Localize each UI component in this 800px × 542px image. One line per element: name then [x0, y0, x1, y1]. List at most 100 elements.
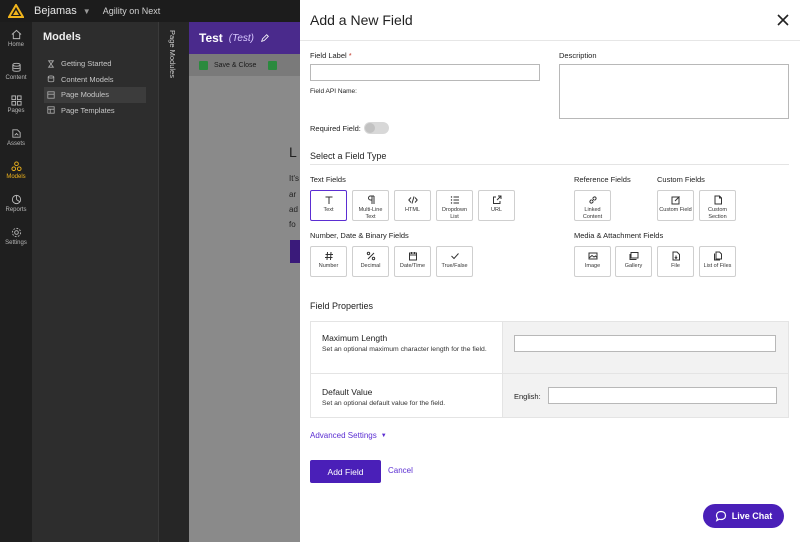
- field-type-linked-content[interactable]: Linked Content: [574, 190, 611, 221]
- advanced-settings-toggle[interactable]: Advanced Settings ▼: [310, 431, 387, 440]
- org-switcher[interactable]: Bejamas ▼: [34, 5, 91, 17]
- nav-pages[interactable]: Pages: [0, 88, 32, 121]
- nav-models[interactable]: Models: [0, 154, 32, 187]
- advanced-settings-label: Advanced Settings: [310, 431, 377, 440]
- project-name[interactable]: Agility on Next: [103, 6, 161, 16]
- bg-text-fragment: fo: [289, 220, 296, 229]
- modal-header: Add a New Field: [300, 0, 800, 41]
- number-fields-title: Number, Date & Binary Fields: [310, 231, 409, 240]
- models-item-page-templates[interactable]: Page Templates: [44, 103, 146, 119]
- property-info: Maximum Length Set an optional maximum c…: [311, 322, 503, 373]
- close-icon[interactable]: [776, 13, 790, 27]
- field-type-number[interactable]: Number: [310, 246, 347, 277]
- models-item-page-modules[interactable]: Page Modules: [44, 87, 146, 103]
- required-field-toggle[interactable]: [364, 122, 389, 134]
- max-length-input[interactable]: [514, 335, 776, 352]
- agility-logo[interactable]: [0, 0, 32, 22]
- tile-label: Date/Time: [399, 263, 426, 269]
- bg-button-fragment: [290, 240, 300, 263]
- top-bar: Bejamas ▼ Agility on Next: [0, 0, 300, 22]
- calendar-icon: [408, 252, 417, 261]
- settings-icon: [11, 227, 21, 238]
- description-label: Description: [559, 51, 597, 60]
- nav-label: Models: [6, 174, 26, 180]
- page-modules-strip[interactable]: Page Modules: [158, 22, 189, 542]
- field-type-decimal[interactable]: Decimal: [352, 246, 389, 277]
- nav-label: Home: [7, 42, 24, 48]
- hourglass-icon: [47, 60, 55, 68]
- field-type-image[interactable]: Image: [574, 246, 611, 277]
- tile-label: Decimal: [360, 263, 381, 269]
- tile-label: Multi-Line Text: [358, 207, 383, 220]
- field-type-file[interactable]: File: [657, 246, 694, 277]
- default-value-input[interactable]: [548, 387, 777, 404]
- save-close-button[interactable]: Save & Close: [214, 62, 256, 69]
- pencil-icon[interactable]: [260, 33, 270, 43]
- tile-label: Custom Field: [659, 207, 692, 213]
- modal-title: Add a New Field: [310, 12, 413, 28]
- cancel-button[interactable]: Cancel: [388, 466, 413, 475]
- live-chat-button[interactable]: Live Chat: [703, 504, 784, 528]
- background-page: Test (Test) Save & Close L It's ar ad fo: [189, 22, 300, 542]
- custom-fields-title: Custom Fields: [657, 175, 705, 184]
- content-icon: [11, 62, 21, 72]
- nav-label: Pages: [7, 108, 25, 114]
- nav-assets[interactable]: Assets: [0, 121, 32, 154]
- field-type-url[interactable]: URL: [478, 190, 515, 221]
- models-item-label: Page Templates: [61, 105, 115, 115]
- nav-label: Settings: [5, 240, 27, 246]
- nav-home[interactable]: Home: [0, 22, 32, 55]
- reference-fields-title: Reference Fields: [574, 175, 631, 184]
- models-item-getting-started[interactable]: Getting Started: [44, 56, 146, 72]
- nav-label: Assets: [6, 141, 25, 147]
- tile-label: File: [671, 263, 680, 269]
- edit-icon: [671, 196, 680, 205]
- text-icon: [325, 196, 332, 204]
- home-icon: [11, 29, 21, 40]
- field-type-text[interactable]: Text: [310, 190, 347, 221]
- field-label-label: Field Label *: [310, 51, 352, 60]
- field-type-dropdown-list[interactable]: Dropdown List: [436, 190, 473, 221]
- models-title: Models: [43, 31, 81, 43]
- field-label-input[interactable]: [310, 64, 540, 81]
- field-type-custom-field[interactable]: Custom Field: [657, 190, 694, 221]
- tile-label: True/False: [441, 263, 468, 269]
- chevron-down-icon: ▼: [380, 432, 387, 439]
- add-field-button[interactable]: Add Field: [310, 460, 381, 483]
- models-item-content-models[interactable]: Content Models: [44, 72, 146, 88]
- nav-content[interactable]: Content: [0, 55, 32, 88]
- select-field-type-title: Select a Field Type: [310, 151, 387, 161]
- tile-label: HTML: [405, 207, 420, 213]
- property-title: Maximum Length: [322, 333, 388, 343]
- field-type-date-time[interactable]: Date/Time: [394, 246, 431, 277]
- nav-reports[interactable]: Reports: [0, 187, 32, 220]
- percent-icon: [366, 251, 375, 261]
- property-title: Default Value: [322, 387, 373, 397]
- chevron-down-icon: ▼: [82, 6, 91, 16]
- save-icon: [199, 60, 208, 70]
- strip-label: Page Modules: [168, 30, 177, 78]
- field-type-multiline-text[interactable]: Multi-Line Text: [352, 190, 389, 221]
- list-icon: [450, 196, 459, 204]
- module-title: Test: [199, 31, 223, 45]
- tile-label: Dropdown List: [441, 207, 468, 220]
- reports-icon: [11, 194, 21, 205]
- gallery-icon: [629, 252, 638, 260]
- models-item-label: Content Models: [61, 74, 114, 84]
- nav-settings[interactable]: Settings: [0, 220, 32, 253]
- field-type-true-false[interactable]: True/False: [436, 246, 473, 277]
- bg-text-fragment: L: [289, 144, 297, 160]
- description-textarea[interactable]: [559, 64, 789, 119]
- field-type-list-of-files[interactable]: List of Files: [699, 246, 736, 277]
- hash-icon: [324, 251, 333, 261]
- field-label-text: Field Label: [310, 51, 347, 60]
- field-type-html[interactable]: HTML: [394, 190, 431, 221]
- module-icon: [47, 91, 55, 99]
- field-type-custom-section[interactable]: Custom Section: [699, 190, 736, 221]
- code-icon: [407, 196, 418, 204]
- tile-label: Number: [318, 263, 339, 269]
- required-asterisk: *: [348, 51, 352, 60]
- required-field-label: Required Field:: [310, 124, 361, 133]
- bg-text-fragment: It's: [289, 174, 299, 183]
- field-type-gallery[interactable]: Gallery: [615, 246, 652, 277]
